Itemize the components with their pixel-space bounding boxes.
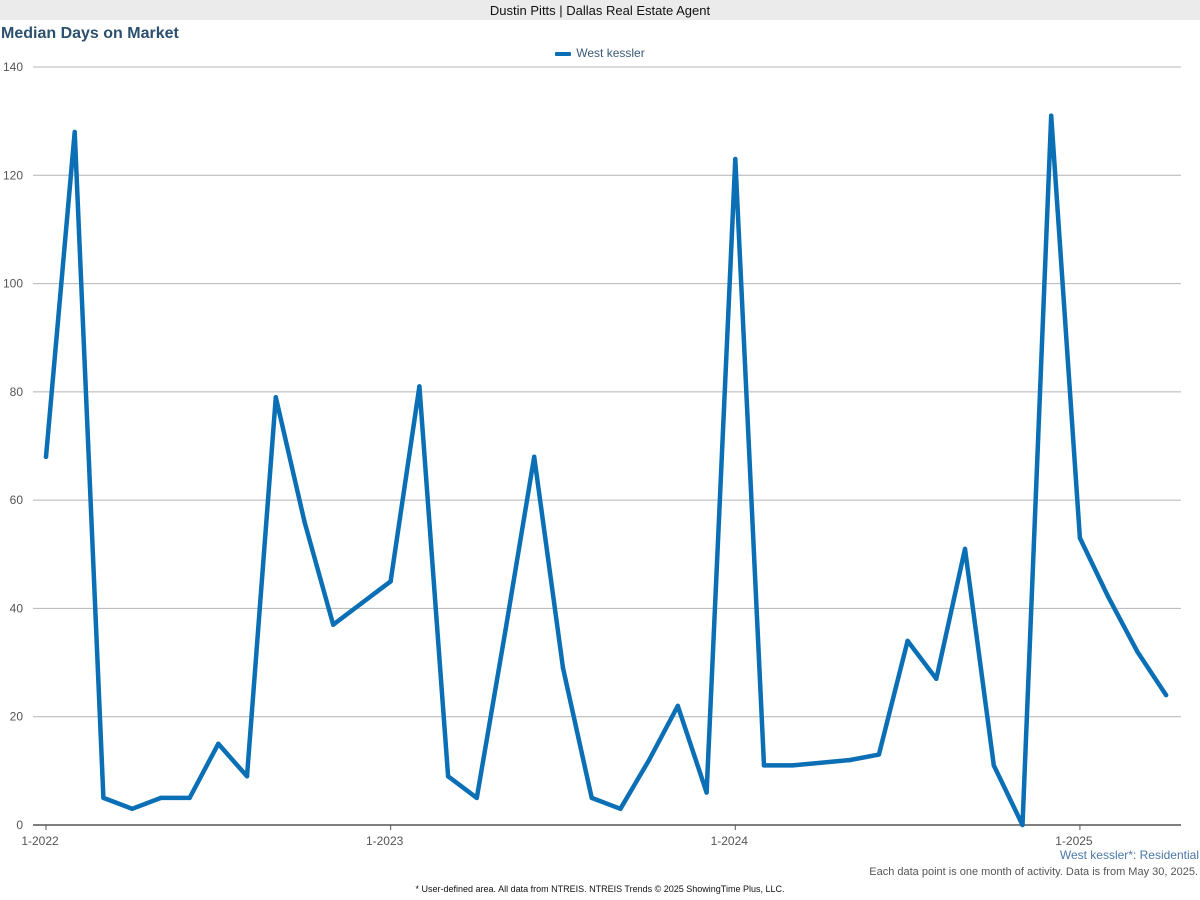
y-tick-label: 80 [10,385,24,399]
y-tick-label: 120 [3,168,23,182]
data-point [991,763,996,768]
x-tick-label: 1-2023 [366,834,404,848]
data-point [1077,535,1083,541]
data-point [876,752,882,757]
data-point [1020,822,1025,828]
data-point [101,795,106,801]
x-tick-label: 1-2024 [711,834,749,848]
data-point [733,156,738,162]
data-point [905,638,910,644]
data-point [417,384,422,389]
data-point [331,622,336,627]
data-point [1049,113,1054,118]
y-tick-label: 0 [16,818,23,832]
data-point [761,763,767,768]
data-point [72,129,77,135]
data-point [302,519,307,524]
data-point [474,795,479,801]
data-point [244,774,250,779]
data-point [187,795,192,801]
data-point [359,600,365,606]
data-point [503,627,508,633]
data-point [934,676,939,682]
y-tick-label: 60 [10,493,24,507]
data-point [704,790,709,795]
data-point [1106,595,1111,600]
data-point [532,454,537,460]
data-point [560,665,566,671]
data-point [216,741,221,746]
data-point [158,795,164,801]
line-chart: 0 20 40 60 80 100 120 140 1-2022 1-2023 1-2024 1-20… [3,60,1181,848]
data-point [962,546,968,552]
data-point [675,703,681,709]
y-tick-label: 140 [3,60,23,74]
y-tick-label: 100 [3,277,23,291]
data-point [790,763,795,768]
data-point [445,774,451,779]
series-line-west-kessler [43,113,1169,828]
x-tick-label: 1-2025 [1055,834,1093,848]
footer-note: * User-defined area. All data from NTREI… [415,884,785,894]
data-point [1135,649,1140,654]
activity-note: Each data point is one month of activity… [869,866,1198,878]
data-point [273,395,278,400]
data-point [589,795,594,801]
x-tick-label: 1-2022 [21,834,59,848]
y-tick-label: 20 [10,710,24,724]
data-point [847,757,853,763]
y-tick-label: 40 [10,601,24,615]
data-point [618,806,623,811]
series-note: West kessler*: Residential [1059,848,1199,862]
data-point [388,579,393,584]
data-point [1163,692,1169,698]
data-point [129,806,135,811]
data-point [646,757,652,763]
data-point [43,454,49,460]
